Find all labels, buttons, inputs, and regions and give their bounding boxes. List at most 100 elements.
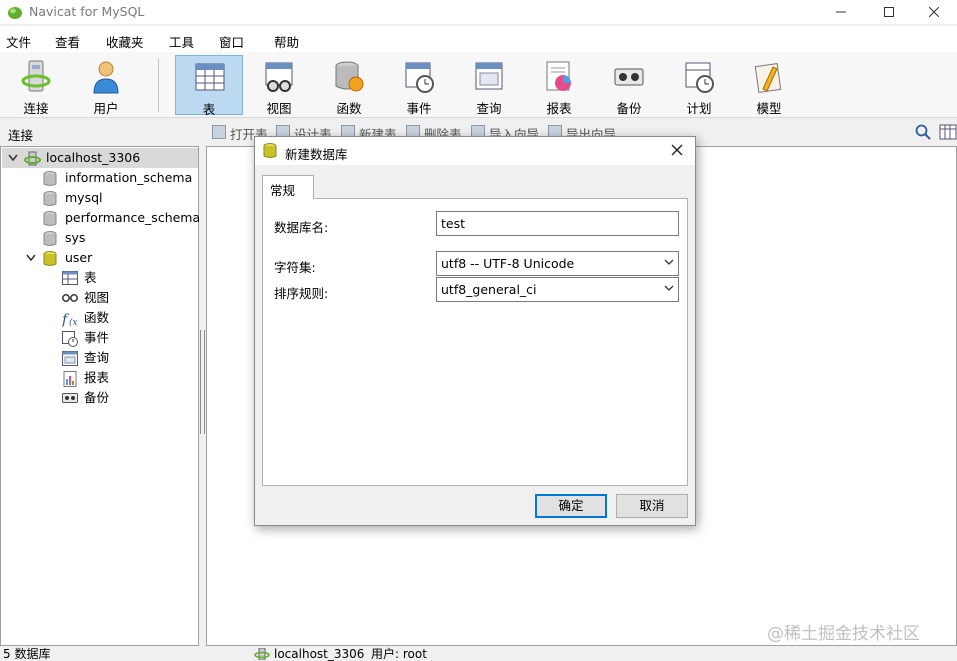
connection-node-icon [24,151,41,166]
title-bar: Navicat for MySQL [0,0,957,24]
event-icon [405,62,434,93]
toolbar-model-label: 模型 [756,101,782,116]
db-name-input[interactable] [436,211,679,236]
open-table-icon [212,125,226,139]
toolbar-report-button[interactable]: 报表 [525,55,593,116]
collation-select[interactable]: utf8_general_ci [436,277,679,302]
toolbar-connection-button[interactable]: 连接 [2,55,70,116]
database-icon [43,211,57,226]
maximize-icon [884,7,894,17]
connection-tree: localhost_3306 information_schema mysql … [0,146,201,646]
toolbar-query-button[interactable]: 查询 [455,55,523,116]
window-title: Navicat for MySQL [29,4,145,19]
tree-item-label: 表 [84,270,97,285]
tree-item-label: user [65,250,93,265]
dialog-close-button[interactable] [667,141,687,161]
toolbar-report-label: 报表 [546,101,572,116]
charset-value: utf8 -- UTF-8 Unicode [441,256,575,271]
function-icon: f(x) [62,312,78,327]
toolbar-separator [158,58,159,112]
minimize-button[interactable] [818,0,864,24]
tree-item-connection[interactable]: localhost_3306 [2,148,198,168]
tree-item-label: 函数 [84,310,110,325]
chevron-down-icon [664,259,674,265]
cancel-button[interactable]: 取消 [616,494,688,518]
toolbar-view-label: 视图 [266,101,292,116]
menu-window[interactable]: 窗口 [219,32,244,51]
toolbar-function-label: 函数 [336,101,362,116]
toolbar-event-button[interactable]: 事件 [385,55,453,116]
tree-item-label: 查询 [84,350,110,365]
database-icon [43,231,57,246]
splitter-handle[interactable] [200,330,205,434]
chevron-down-icon[interactable] [8,154,18,162]
tab-general[interactable]: 常规 [262,175,314,199]
menu-tools[interactable]: 工具 [169,32,194,51]
grid-view-icon[interactable] [939,124,957,140]
close-window-button[interactable] [911,0,957,24]
tree-item-label: information_schema [65,170,193,185]
tree-item-db-user[interactable]: user [25,248,175,268]
backup-icon [614,68,644,86]
charset-select[interactable]: utf8 -- UTF-8 Unicode [436,251,679,276]
ok-button[interactable]: 确定 [535,494,607,518]
table-icon [62,271,78,285]
watermark: @稀土掘金技术社区 [767,624,920,644]
dialog-title: 新建数据库 [285,147,348,162]
toolbar-backup-button[interactable]: 备份 [595,55,663,116]
menu-view[interactable]: 查看 [55,32,80,51]
database-icon [43,191,57,206]
toolbar-view-button[interactable]: 视图 [245,55,313,116]
chevron-down-icon[interactable] [26,254,36,262]
connection-pane-header: 连接 [8,128,34,143]
status-user: 用户: root [371,647,427,661]
tree-item-label: 备份 [84,390,110,405]
database-open-icon [43,251,57,266]
report-icon [546,61,571,91]
search-icon[interactable] [915,124,931,140]
toolbar-user-label: 用户 [93,101,119,116]
status-bar: 5 数据库 localhost_3306 用户: root [0,648,957,660]
status-connection: localhost_3306 [274,647,365,661]
query-icon [475,62,503,90]
toolbar-query-label: 查询 [476,101,502,116]
menu-favorites[interactable]: 收藏夹 [106,32,144,51]
toolbar-function-button[interactable]: 函数 [315,55,383,116]
toolbar-connection-label: 连接 [23,101,49,116]
tree-item-label: mysql [65,190,103,205]
view-icon [265,62,293,92]
connection-status-icon [254,648,270,660]
toolbar-table-button[interactable]: 表 [175,55,243,117]
close-icon [671,144,683,156]
table-icon [195,63,225,91]
report-icon [63,371,77,387]
toolbar-user-button[interactable]: 用户 [72,55,140,116]
navicat-logo-icon [8,7,22,19]
toolbar-model-button[interactable]: 模型 [735,55,803,116]
db-name-label: 数据库名: [274,220,329,235]
maximize-button[interactable] [866,0,912,24]
dialog-title-bar: 新建数据库 [255,137,695,165]
svg-text:(x): (x) [69,317,78,327]
toolbar-schedule-button[interactable]: 计划 [665,55,733,116]
model-icon [754,63,782,93]
close-icon [929,7,939,17]
glasses-icon [62,294,78,302]
tree-item-label: localhost_3306 [46,150,141,165]
menu-help[interactable]: 帮助 [274,32,299,51]
toolbar-event-label: 事件 [406,101,432,116]
user-icon [93,61,119,94]
function-icon [335,61,364,92]
new-database-dialog: 新建数据库 常规 数据库名: 字符集: utf8 -- UTF-8 Unicod… [254,136,696,526]
main-toolbar: 连接 用户 表 视图 函数 事件 查询 报表 备份 计划 模型 [0,52,957,118]
collation-label: 排序规则: [274,286,329,301]
connection-icon [21,60,51,92]
toolbar-table-label: 表 [202,102,216,117]
database-icon [43,171,57,186]
tree-item-label: 事件 [84,330,110,345]
toolbar-backup-label: 备份 [616,101,642,116]
chevron-down-icon [664,285,674,291]
menu-file[interactable]: 文件 [6,32,31,51]
charset-label: 字符集: [274,260,316,275]
tree-item-label: performance_schema [65,210,201,225]
